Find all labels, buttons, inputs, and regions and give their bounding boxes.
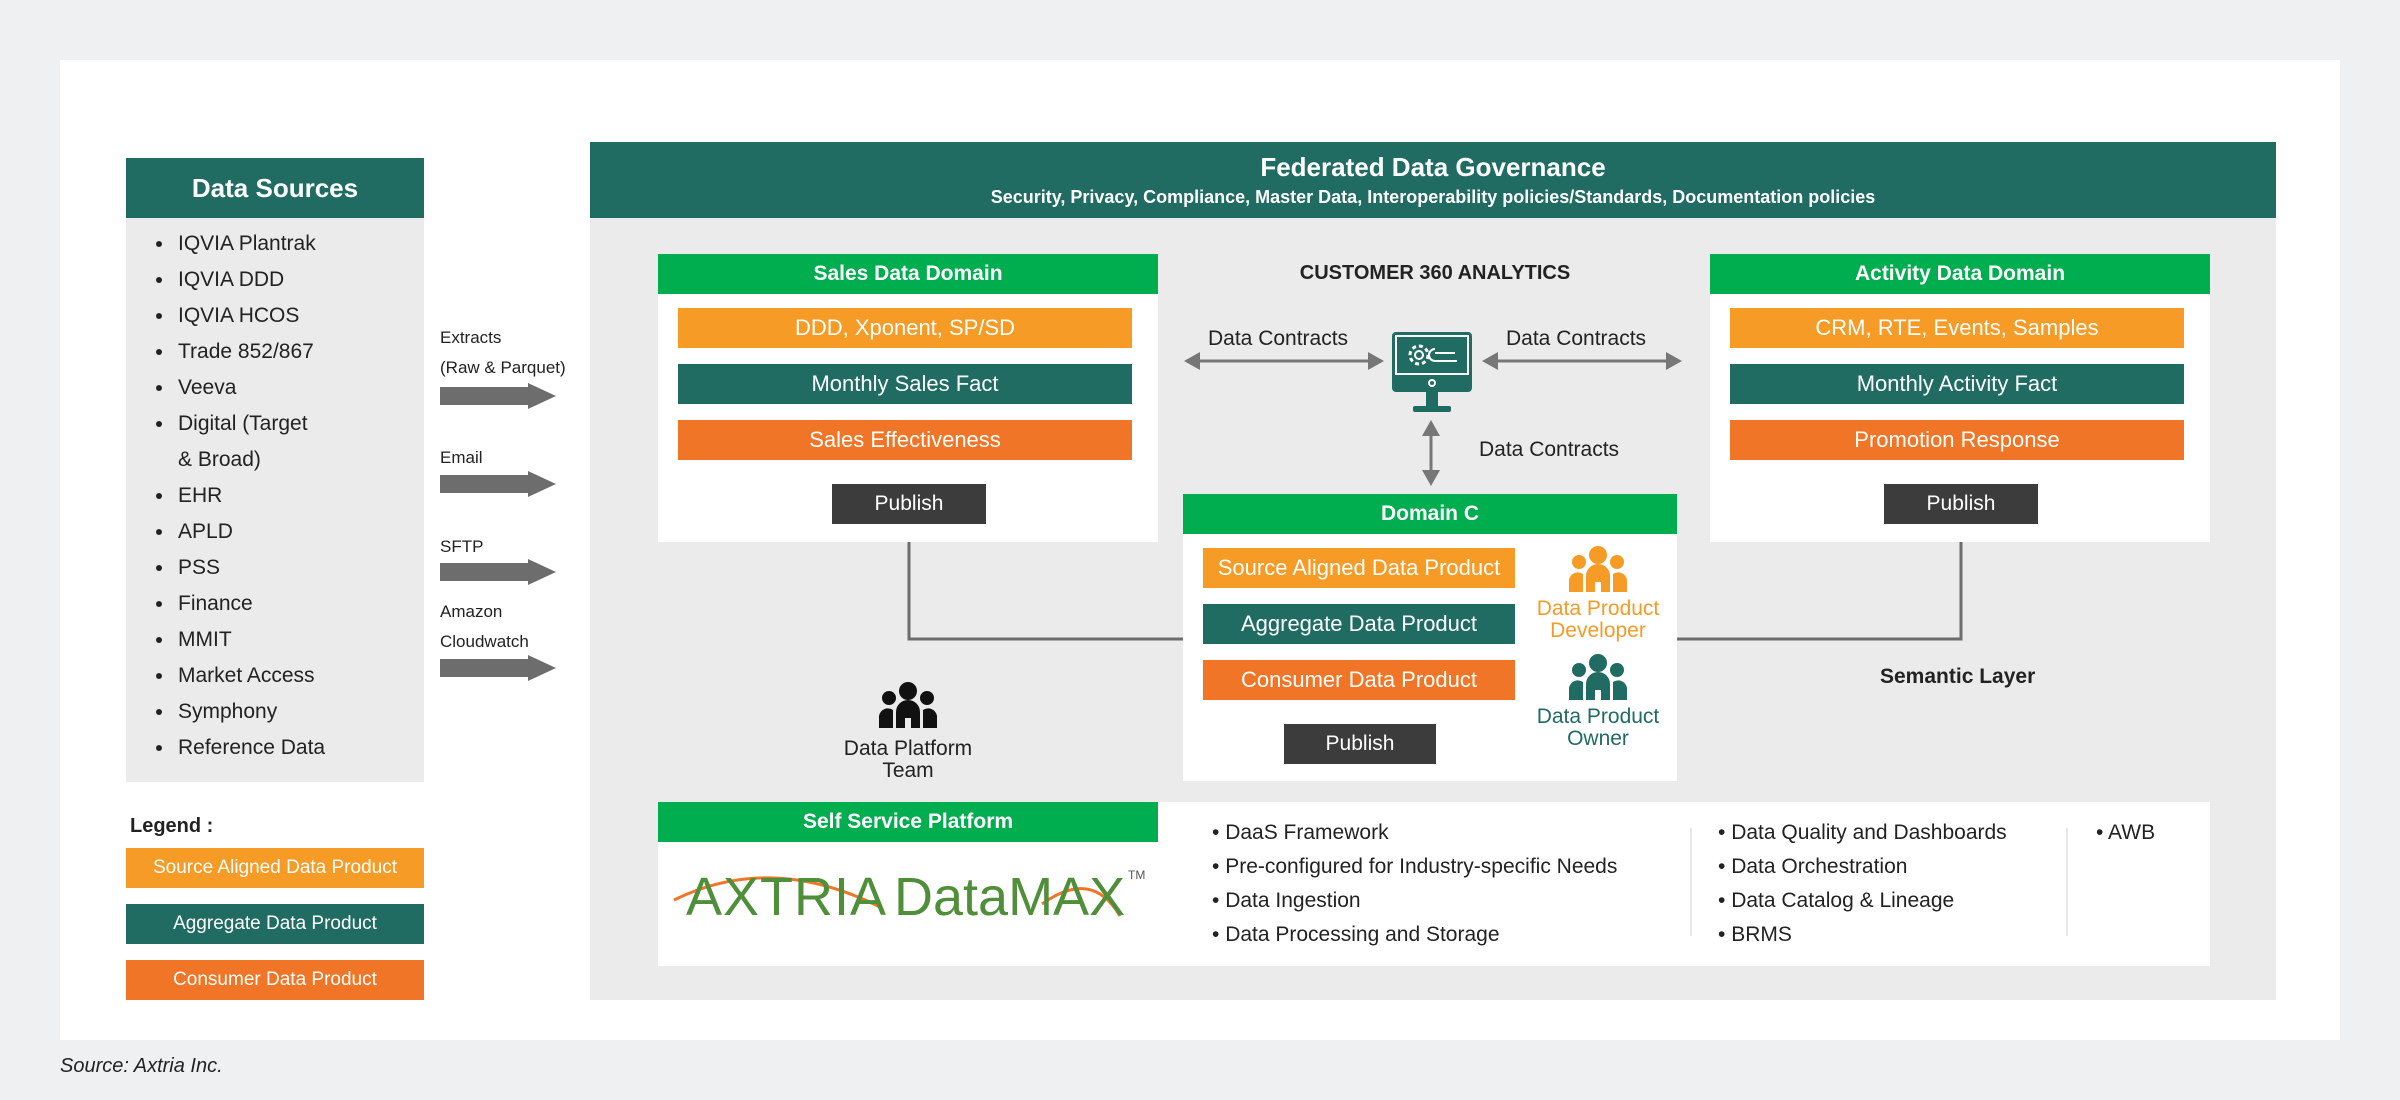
domain-c-title: Domain C bbox=[1183, 494, 1677, 534]
logo-trademark: TM bbox=[1128, 868, 1146, 882]
publish-button[interactable]: Publish bbox=[1284, 724, 1436, 764]
label-line: Data Platform bbox=[843, 737, 973, 760]
column-divider bbox=[2066, 828, 2068, 936]
platform-features-col2: • Data Quality and Dashboards • Data Orc… bbox=[1718, 816, 2007, 952]
legend-aggregate: Aggregate Data Product bbox=[126, 904, 424, 944]
legend-consumer: Consumer Data Product bbox=[126, 960, 424, 1000]
self-service-platform: Self Service Platform AXTRIA DataMAX TM … bbox=[658, 802, 2210, 966]
data-contract-arrow-down bbox=[1422, 420, 1440, 486]
feature-item: • Data Catalog & Lineage bbox=[1718, 889, 1955, 912]
data-product-owner-label: Data Product Owner bbox=[1523, 706, 1673, 750]
publish-button[interactable]: Publish bbox=[832, 484, 986, 524]
activity-data-domain: Activity Data Domain CRM, RTE, Events, S… bbox=[1710, 254, 2210, 542]
consumer-product: Sales Effectiveness bbox=[678, 420, 1132, 460]
platform-features-col1: • DaaS Framework • Pre-configured for In… bbox=[1212, 816, 1617, 952]
self-service-title: Self Service Platform bbox=[658, 802, 1158, 842]
sales-to-domain-c-connector bbox=[907, 542, 1183, 641]
feature-item: • Pre-configured for Industry-specific N… bbox=[1212, 855, 1618, 878]
axtria-datamax-logo: AXTRIA DataMAX TM bbox=[672, 858, 1152, 938]
data-contract-arrow-left bbox=[1184, 352, 1384, 370]
data-platform-team-label: Data Platform Team bbox=[808, 738, 1008, 782]
feature-item: • BRMS bbox=[1718, 923, 1792, 946]
data-contracts-left-label: Data Contracts bbox=[1208, 327, 1349, 350]
semantic-layer-label: Semantic Layer bbox=[1880, 665, 2036, 688]
data-product-developer-label: Data Product Developer bbox=[1523, 598, 1673, 642]
legend-title: Legend : bbox=[130, 815, 214, 837]
feature-item: • AWB bbox=[2096, 821, 2156, 844]
activity-domain-title: Activity Data Domain bbox=[1710, 254, 2210, 294]
sales-data-domain: Sales Data Domain DDD, Xponent, SP/SD Mo… bbox=[658, 254, 1158, 542]
feature-item: • DaaS Framework bbox=[1212, 821, 1389, 844]
legend-source-aligned: Source Aligned Data Product bbox=[126, 848, 424, 888]
data-product-owner-icon bbox=[1569, 654, 1627, 700]
publish-button[interactable]: Publish bbox=[1884, 484, 2038, 524]
source-aligned-product: Source Aligned Data Product bbox=[1203, 548, 1515, 588]
feature-item: • Data Quality and Dashboards bbox=[1718, 821, 2007, 844]
consumer-product: Consumer Data Product bbox=[1203, 660, 1515, 700]
aggregate-product: Monthly Activity Fact bbox=[1730, 364, 2184, 404]
team-icon bbox=[879, 682, 937, 728]
aggregate-product: Aggregate Data Product bbox=[1203, 604, 1515, 644]
logo-text-axtria: AXTRIA bbox=[686, 867, 888, 927]
label-line: Owner bbox=[1567, 727, 1629, 750]
sales-domain-title: Sales Data Domain bbox=[658, 254, 1158, 294]
data-product-developer-icon bbox=[1569, 546, 1627, 592]
customer-360-title: CUSTOMER 360 ANALYTICS bbox=[1299, 262, 1571, 284]
aggregate-product: Monthly Sales Fact bbox=[678, 364, 1132, 404]
label-line: Data Product bbox=[1536, 705, 1660, 728]
domain-c: Domain C Source Aligned Data Product Agg… bbox=[1183, 494, 1677, 781]
data-contracts-down-label: Data Contracts bbox=[1479, 438, 1620, 461]
source-note: Source: Axtria Inc. bbox=[60, 1055, 223, 1078]
data-contracts-right-label: Data Contracts bbox=[1506, 327, 1647, 350]
logo-text-datamax: DataMAX bbox=[894, 867, 1126, 927]
label-line: Developer bbox=[1550, 619, 1646, 642]
activity-to-domain-c-connector bbox=[1677, 542, 1963, 641]
source-name: Axtria Inc. bbox=[133, 1055, 223, 1077]
source-prefix: Source: bbox=[60, 1055, 134, 1077]
feature-item: • Data Orchestration bbox=[1718, 855, 1908, 878]
label-line: Data Product bbox=[1536, 597, 1660, 620]
source-aligned-product: CRM, RTE, Events, Samples bbox=[1730, 308, 2184, 348]
consumer-product: Promotion Response bbox=[1730, 420, 2184, 460]
data-contract-arrow-right bbox=[1482, 352, 1682, 370]
column-divider bbox=[1690, 828, 1692, 936]
feature-item: • Data Ingestion bbox=[1212, 889, 1361, 912]
source-aligned-product: DDD, Xponent, SP/SD bbox=[678, 308, 1132, 348]
feature-item: • Data Processing and Storage bbox=[1212, 923, 1500, 946]
monitor-settings-icon bbox=[1392, 332, 1472, 412]
platform-features-col3: • AWB bbox=[2096, 816, 2155, 850]
label-line: Team bbox=[882, 759, 934, 782]
